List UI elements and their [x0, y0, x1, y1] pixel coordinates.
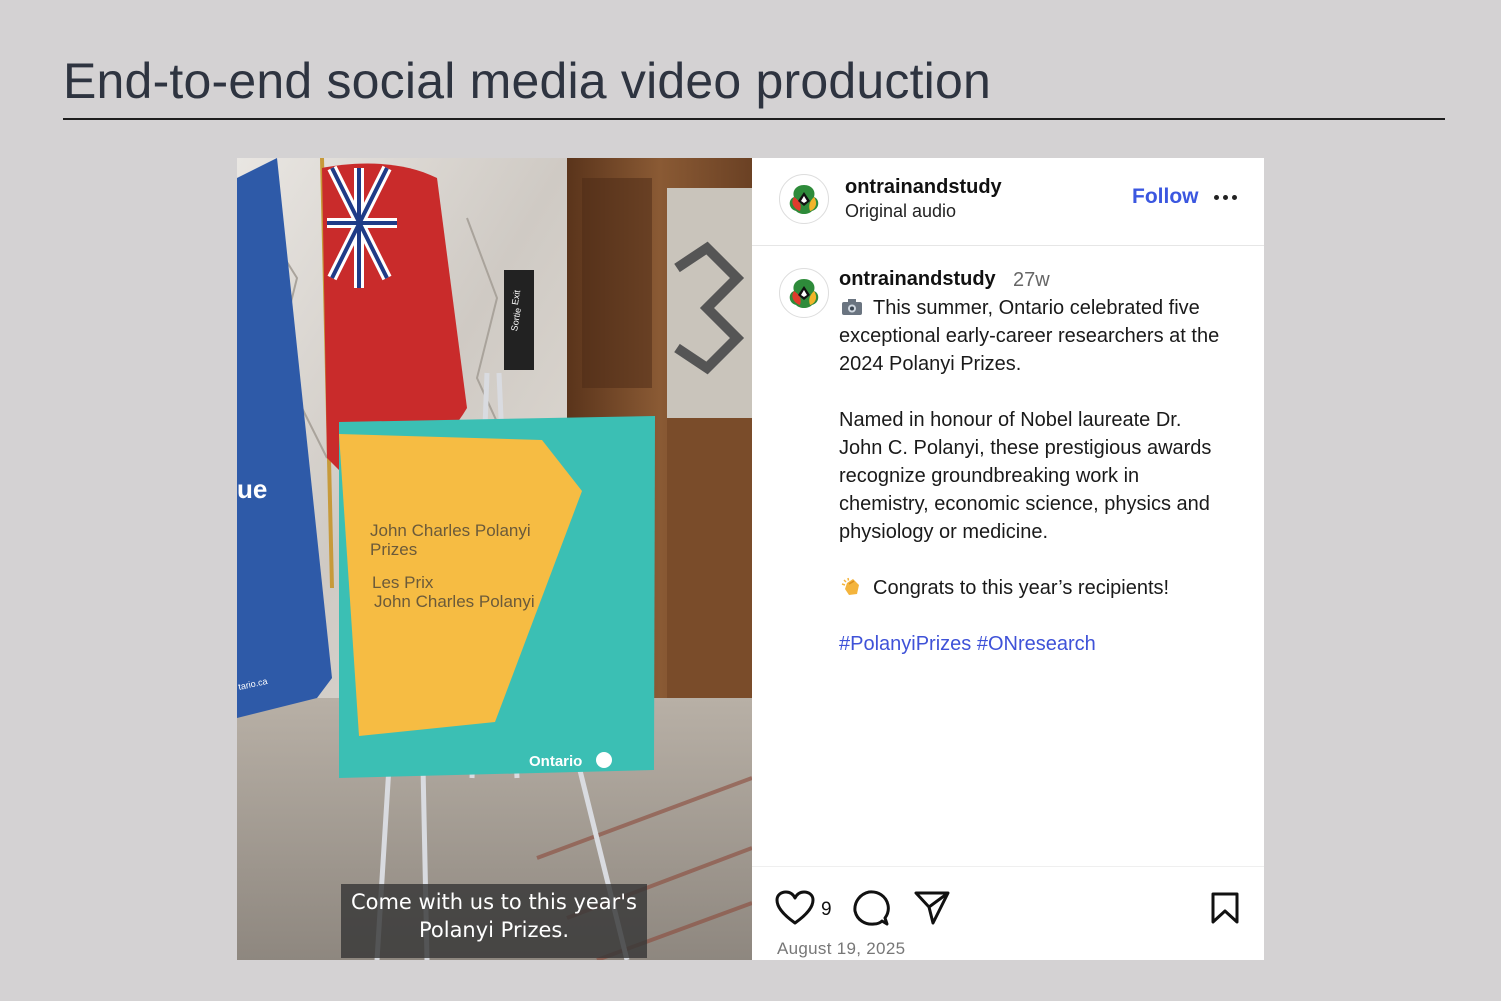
- video-frame: ue tario.ca Exit Sortie John Charles Pol…: [237, 158, 752, 960]
- clapping-hands-icon: [841, 577, 863, 597]
- sign-brand: Ontario: [529, 753, 582, 770]
- title-divider: [63, 118, 1445, 120]
- caption-line: Congrats to this year’s recipients!: [873, 577, 1170, 599]
- avatar[interactable]: [779, 174, 829, 224]
- slide-title: End-to-end social media video production: [63, 53, 991, 109]
- sign-line: Prizes: [370, 540, 417, 559]
- trillium-logo-icon: [789, 279, 819, 308]
- caption-line: exceptional early-career researchers at …: [839, 325, 1220, 347]
- original-audio-link[interactable]: Original audio: [845, 201, 956, 222]
- post-header: ontrainandstudy Original audio Follow: [752, 158, 1264, 246]
- caption-avatar[interactable]: [779, 268, 829, 318]
- video-subtitle: Come with us to this year's Polanyi Priz…: [341, 884, 647, 958]
- post-panel: ontrainandstudy Original audio Follow on…: [752, 158, 1264, 960]
- caption-line: This summer, Ontario celebrated five: [873, 297, 1200, 319]
- bookmark-icon[interactable]: [1210, 891, 1240, 929]
- post-actions: 9 August 19, 2025: [752, 866, 1264, 960]
- instagram-post: ue tario.ca Exit Sortie John Charles Pol…: [237, 158, 1264, 960]
- caption-line: 2024 Polanyi Prizes.: [839, 353, 1022, 375]
- sign-line: John Charles Polanyi: [370, 521, 531, 540]
- subtitle-line: Polanyi Prizes.: [418, 918, 570, 942]
- caption-username[interactable]: ontrainandstudy: [839, 268, 996, 291]
- heart-icon[interactable]: [775, 890, 815, 930]
- caption-line: John C. Polanyi, these prestigious award…: [839, 437, 1212, 459]
- trillium-icon: [596, 752, 612, 768]
- caption-line: Named in honour of Nobel laureate Dr.: [839, 409, 1182, 431]
- hashtags-link[interactable]: #PolanyiPrizes #ONresearch: [839, 630, 1254, 658]
- sign-line: John Charles Polanyi: [374, 592, 535, 611]
- caption-line: chemistry, economic science, physics and: [839, 493, 1210, 515]
- caption-line: recognize groundbreaking work in: [839, 465, 1140, 487]
- trillium-logo-icon: [789, 185, 819, 214]
- post-caption: This summer, Ontario celebrated five exc…: [839, 294, 1254, 658]
- share-icon[interactable]: [913, 890, 951, 930]
- banner-text: ue: [237, 474, 267, 504]
- follow-button[interactable]: Follow: [1132, 185, 1199, 209]
- caption-line: physiology or medicine.: [839, 521, 1048, 543]
- sign-line: Les Prix: [372, 573, 434, 592]
- camera-icon: [841, 297, 863, 317]
- post-date[interactable]: August 19, 2025: [777, 939, 905, 959]
- ellipsis-icon[interactable]: [1213, 184, 1243, 208]
- comment-icon[interactable]: [852, 889, 890, 931]
- post-video[interactable]: ue tario.ca Exit Sortie John Charles Pol…: [237, 158, 752, 960]
- like-count[interactable]: 9: [821, 899, 832, 921]
- subtitle-line: Come with us to this year's: [350, 890, 638, 914]
- post-age[interactable]: 27w: [1013, 269, 1050, 292]
- header-username[interactable]: ontrainandstudy: [845, 176, 1002, 199]
